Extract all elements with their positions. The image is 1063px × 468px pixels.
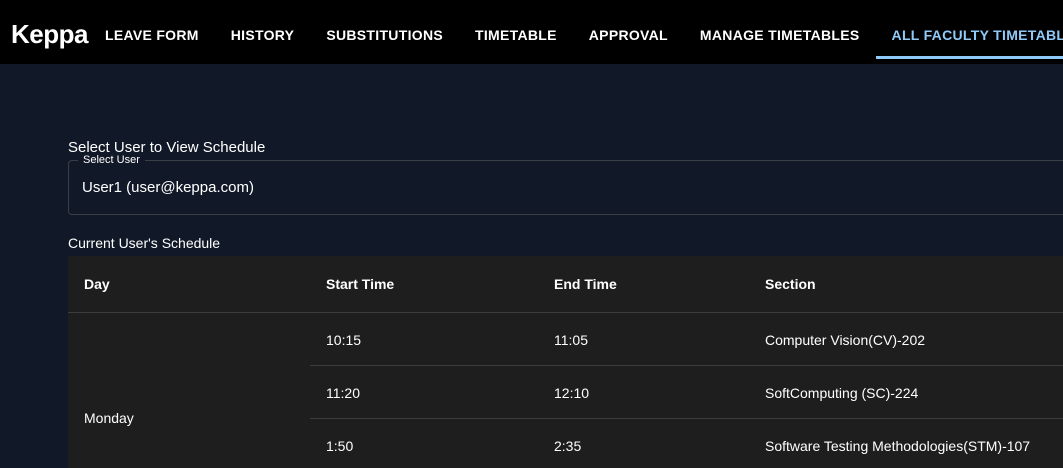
day-label: Monday xyxy=(84,410,134,426)
start-time-cell: 1:50 xyxy=(326,438,354,454)
day-cell: Monday xyxy=(68,313,310,468)
section-cell: SoftComputing (SC)-224 xyxy=(765,385,919,401)
brand-logo[interactable]: Keppa xyxy=(11,17,88,51)
end-time-cell: 11:05 xyxy=(554,332,588,348)
tab-manage-timetables[interactable]: MANAGE TIMETABLES xyxy=(684,0,876,59)
column-header-start-time: Start Time xyxy=(326,276,395,292)
tab-history[interactable]: HISTORY xyxy=(215,0,311,59)
column-header-day: Day xyxy=(84,276,110,292)
table-row: 10:15 11:05 Computer Vision(CV)-202 xyxy=(310,313,1063,366)
select-user-label: Select User xyxy=(78,153,145,167)
table-body: Monday 10:15 11:05 Computer Vision(CV)-2… xyxy=(68,313,1063,468)
tab-substitutions[interactable]: SUBSTITUTIONS xyxy=(310,0,459,59)
end-time-cell: 12:10 xyxy=(554,385,590,401)
schedule-heading: Current User's Schedule xyxy=(68,235,221,251)
tab-approval[interactable]: APPROVAL xyxy=(573,0,684,59)
start-time-cell: 10:15 xyxy=(326,332,362,348)
column-header-section: Section xyxy=(765,276,816,292)
top-navbar: Keppa LEAVE FORM HISTORY SUBSTITUTIONS T… xyxy=(0,0,1063,64)
start-time-cell: 11:20 xyxy=(326,385,360,401)
table-header-row: Day Start Time End Time Section xyxy=(68,256,1063,313)
tab-timetable[interactable]: TIMETABLE xyxy=(459,0,573,59)
tab-all-faculty-timetables[interactable]: ALL FACULTY TIMETABLES xyxy=(875,0,1063,59)
tab-leave-form[interactable]: LEAVE FORM xyxy=(89,0,215,59)
table-row: 11:20 12:10 SoftComputing (SC)-224 xyxy=(310,366,1063,419)
app-root: Keppa LEAVE FORM HISTORY SUBSTITUTIONS T… xyxy=(0,0,1063,468)
nav-tabs: LEAVE FORM HISTORY SUBSTITUTIONS TIMETAB… xyxy=(89,0,1063,64)
select-user-value: User1 (user@keppa.com) xyxy=(82,179,254,196)
section-cell: Software Testing Methodologies(STM)-107 xyxy=(765,438,1031,454)
column-header-end-time: End Time xyxy=(554,276,617,292)
select-user-dropdown[interactable]: Select User User1 (user@keppa.com) xyxy=(68,153,1063,215)
schedule-table: Day Start Time End Time Section Monday 1… xyxy=(68,256,1063,468)
end-time-cell: 2:35 xyxy=(554,438,582,454)
section-cell: Computer Vision(CV)-202 xyxy=(765,332,926,348)
table-row: 1:50 2:35 Software Testing Methodologies… xyxy=(310,419,1063,468)
